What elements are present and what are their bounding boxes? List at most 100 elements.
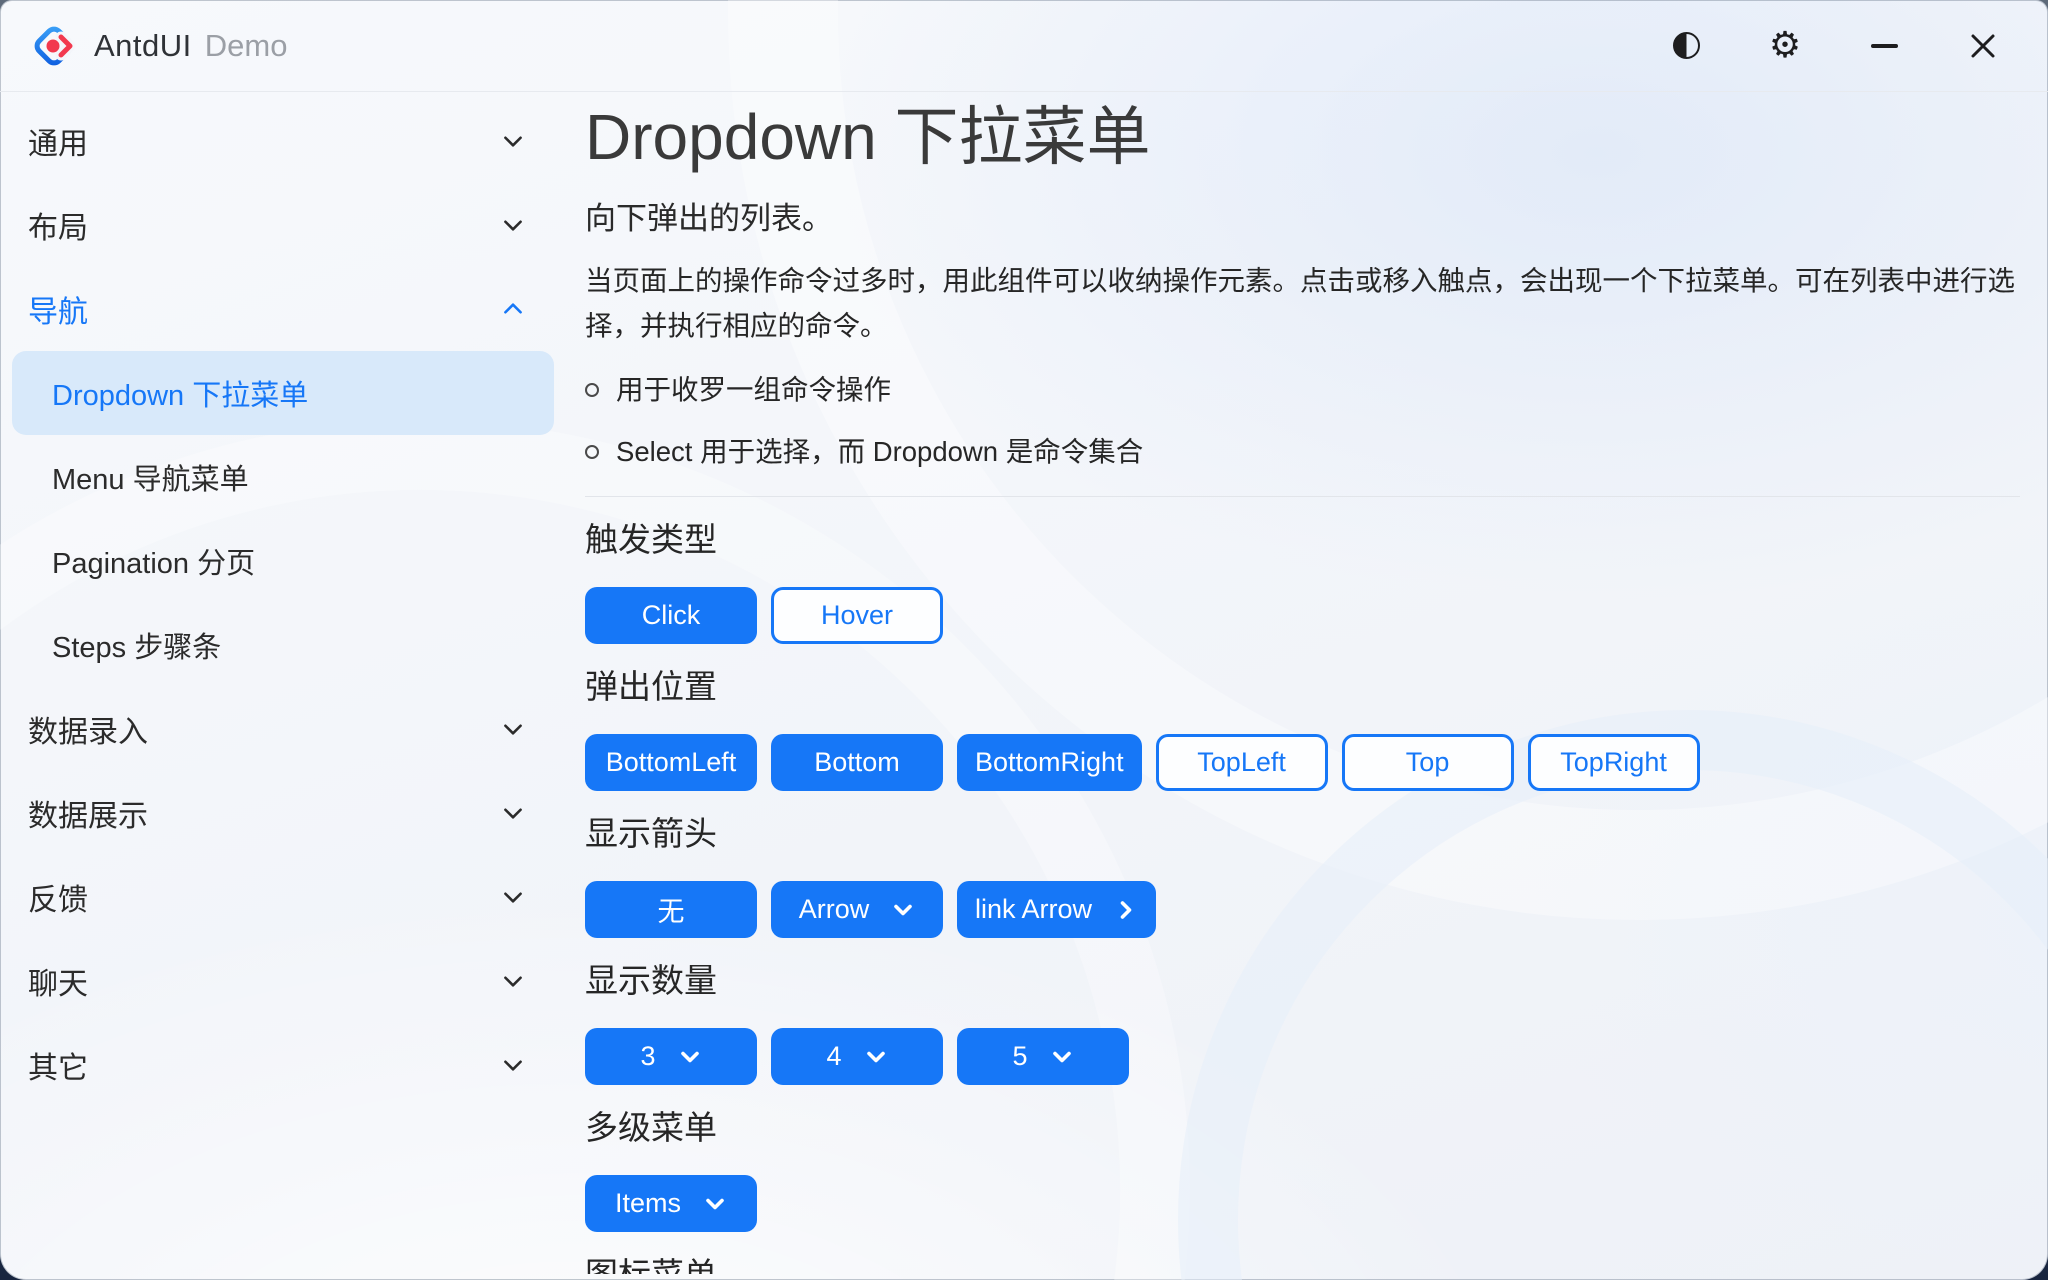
app-title-brand: AntdUI <box>94 28 192 64</box>
sidebar-group-3[interactable]: 导航 <box>0 267 570 351</box>
demo-button-label: Hover <box>821 600 893 631</box>
app-window: AntdUI Demo ⚙ 通用 布局 <box>0 0 2048 1280</box>
app-title: AntdUI Demo <box>94 28 287 64</box>
sidebar-group-8[interactable]: 其它 <box>0 1023 570 1107</box>
demo-button-arrow[interactable]: Arrow <box>771 881 943 938</box>
button-row: BottomLeft Bottom BottomRight TopLeft To… <box>585 734 2020 791</box>
demo-button-4[interactable]: 4 <box>771 1028 943 1085</box>
sidebar-group-6[interactable]: 反馈 <box>0 855 570 939</box>
section-heading: 图标菜单 <box>585 1254 2020 1274</box>
sidebar-group-label: 数据展示 <box>28 791 148 835</box>
section-heading: 弹出位置 <box>585 666 2020 708</box>
demo-button-click[interactable]: Click <box>585 587 757 644</box>
app-title-suffix: Demo <box>205 28 288 64</box>
chevron-down-icon <box>500 884 526 910</box>
demo-section: 弹出位置 BottomLeft Bottom BottomRight TopLe… <box>585 666 2020 791</box>
sidebar-group-label: 布局 <box>28 203 88 247</box>
sidebar-group-2[interactable]: 布局 <box>0 183 570 267</box>
button-row: Items <box>585 1175 2020 1232</box>
demo-button-items[interactable]: Items <box>585 1175 757 1232</box>
demo-button-5[interactable]: 5 <box>957 1028 1129 1085</box>
section-heading: 显示数量 <box>585 960 2020 1002</box>
page-description: 当页面上的操作命令过多时，用此组件可以收纳操作元素。点击或移入触点，会出现一个下… <box>585 258 2015 348</box>
button-row: 3 4 5 <box>585 1028 2020 1085</box>
bullet-item: 用于收罗一组命令操作 <box>585 372 2020 408</box>
chevron-down-icon <box>891 898 915 922</box>
titlebar: AntdUI Demo ⚙ <box>0 0 2048 92</box>
chevron-down-icon <box>678 1045 702 1069</box>
demo-button-link-arrow[interactable]: link Arrow <box>957 881 1156 938</box>
demo-section: 显示箭头 无 Arrow link Arrow <box>585 813 2020 938</box>
sidebar-group-5[interactable]: 数据展示 <box>0 771 570 855</box>
minimize-icon <box>1871 44 1898 48</box>
sidebar-nav: 通用 布局 导航 Dropdown 下拉菜单 Menu 导航菜单 Paginat… <box>0 99 570 1107</box>
demo-button-topright[interactable]: TopRight <box>1528 734 1700 791</box>
demo-button-bottom[interactable]: Bottom <box>771 734 943 791</box>
demo-button-bottomleft[interactable]: BottomLeft <box>585 734 757 791</box>
chevron-down-icon <box>1050 1045 1074 1069</box>
demo-section: 多级菜单 Items <box>585 1107 2020 1232</box>
demo-button-label: Arrow <box>799 894 870 925</box>
sidebar-group-label: 聊天 <box>28 959 88 1003</box>
chevron-down-icon <box>500 716 526 742</box>
chevron-down-icon <box>703 1192 727 1216</box>
demo-section: 图标菜单 <box>585 1254 2020 1274</box>
demo-button-label: 5 <box>1012 1041 1027 1072</box>
sidebar-group-4[interactable]: 数据录入 <box>0 687 570 771</box>
sidebar-group-label: 数据录入 <box>28 707 148 751</box>
sidebar-group-label: 反馈 <box>28 875 88 919</box>
close-icon <box>1969 32 1997 60</box>
sidebar-item[interactable]: Menu 导航菜单 <box>12 435 554 519</box>
window-controls: ⚙ <box>1665 25 2018 67</box>
demo-button-label: BottomRight <box>975 747 1124 778</box>
page-title: Dropdown 下拉菜单 <box>585 97 2020 177</box>
demo-button-hover[interactable]: Hover <box>771 587 943 644</box>
demo-button-label: link Arrow <box>975 894 1092 925</box>
button-row: Click Hover <box>585 587 2020 644</box>
chevron-right-icon <box>1114 898 1138 922</box>
demo-section: 显示数量 3 4 5 <box>585 960 2020 1085</box>
demo-button-label: 3 <box>640 1041 655 1072</box>
sidebar-group-label: 其它 <box>28 1043 88 1087</box>
chevron-down-icon <box>500 968 526 994</box>
demo-button-bottomright[interactable]: BottomRight <box>957 734 1142 791</box>
demo-button-topleft[interactable]: TopLeft <box>1156 734 1328 791</box>
settings-button[interactable]: ⚙ <box>1764 25 1806 67</box>
bullet-item: Select 用于选择，而 Dropdown 是命令集合 <box>585 434 2020 470</box>
minimize-button[interactable] <box>1863 25 1905 67</box>
sidebar-item-label: Pagination 分页 <box>52 540 255 582</box>
demo-button-label: Click <box>642 600 701 631</box>
demo-button-无[interactable]: 无 <box>585 881 757 938</box>
demo-button-label: Top <box>1406 747 1450 778</box>
close-button[interactable] <box>1962 25 2004 67</box>
bullet-list: 用于收罗一组命令操作 Select 用于选择，而 Dropdown 是命令集合 <box>585 372 2020 470</box>
sidebar-item[interactable]: Pagination 分页 <box>12 519 554 603</box>
half-moon-contrast-icon <box>1673 32 1700 59</box>
section-heading: 触发类型 <box>585 519 2020 561</box>
page-subtitle: 向下弹出的列表。 <box>585 199 2020 238</box>
sidebar-group-7[interactable]: 聊天 <box>0 939 570 1023</box>
demo-button-3[interactable]: 3 <box>585 1028 757 1085</box>
chevron-up-icon <box>500 296 526 322</box>
demo-button-label: BottomLeft <box>606 747 737 778</box>
sidebar-item-label: Dropdown 下拉菜单 <box>52 372 308 414</box>
sidebar-group-1[interactable]: 通用 <box>0 99 570 183</box>
demo-section: 触发类型 Click Hover <box>585 519 2020 644</box>
sidebar: 通用 布局 导航 Dropdown 下拉菜单 Menu 导航菜单 Paginat… <box>0 93 570 1274</box>
demo-button-label: TopLeft <box>1197 747 1286 778</box>
theme-toggle-button[interactable] <box>1665 25 1707 67</box>
demo-button-top[interactable]: Top <box>1342 734 1514 791</box>
sidebar-item[interactable]: Dropdown 下拉菜单 <box>12 351 554 435</box>
sidebar-item[interactable]: Steps 步骤条 <box>12 603 554 687</box>
demo-button-label: 4 <box>826 1041 841 1072</box>
content-area: Dropdown 下拉菜单 向下弹出的列表。 当页面上的操作命令过多时，用此组件… <box>585 93 2020 1274</box>
chevron-down-icon <box>500 1052 526 1078</box>
section-heading: 多级菜单 <box>585 1107 2020 1149</box>
sidebar-group-label: 通用 <box>28 119 88 163</box>
section-heading: 显示箭头 <box>585 813 2020 855</box>
app-logo-icon <box>30 22 78 70</box>
chevron-down-icon <box>500 128 526 154</box>
section-divider <box>585 496 2020 497</box>
sidebar-item-label: Menu 导航菜单 <box>52 456 249 498</box>
demo-button-label: Items <box>615 1188 681 1219</box>
